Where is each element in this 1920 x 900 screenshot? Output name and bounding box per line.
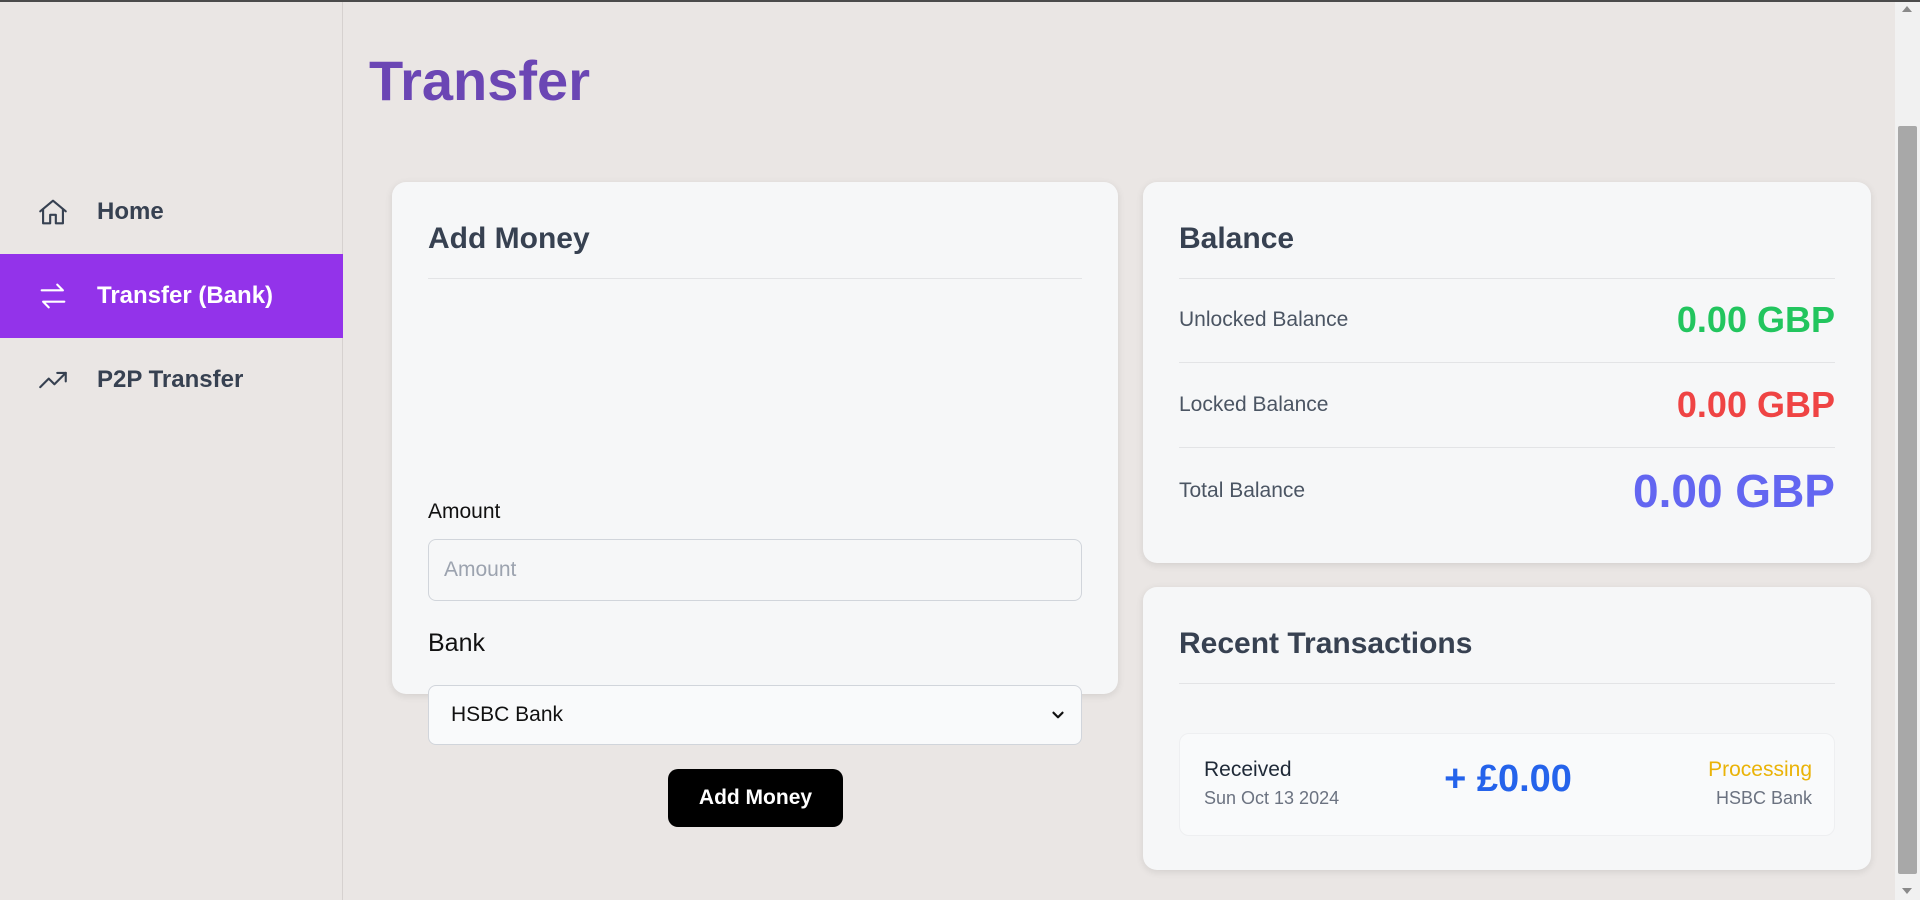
- transaction-bank: HSBC Bank: [1715, 788, 1812, 808]
- sidebar-item-p2p-transfer[interactable]: P2P Transfer: [0, 338, 343, 422]
- scroll-down-arrow-icon[interactable]: [1902, 888, 1912, 894]
- bank-label: Bank: [428, 629, 485, 657]
- total-balance-row: Total Balance 0.00 GBP: [1179, 448, 1835, 534]
- transaction-status: Processing: [1708, 758, 1812, 781]
- locked-balance-value: 0.00 GBP: [1676, 384, 1835, 425]
- bank-select[interactable]: HSBC Bank: [428, 685, 1082, 745]
- add-money-button[interactable]: Add Money: [668, 769, 843, 827]
- total-balance-value: 0.00 GBP: [1633, 465, 1835, 517]
- transfer-arrows-icon: [36, 279, 70, 313]
- amount-input[interactable]: [428, 539, 1082, 601]
- home-icon: [36, 195, 70, 229]
- recent-transactions-title: Recent Transactions: [1179, 587, 1835, 684]
- total-balance-label: Total Balance: [1179, 479, 1306, 502]
- chevron-down-icon: [1052, 711, 1064, 719]
- vertical-scrollbar[interactable]: [1895, 2, 1920, 900]
- unlocked-balance-value: 0.00 GBP: [1676, 299, 1835, 340]
- scrollbar-thumb[interactable]: [1898, 126, 1917, 874]
- page-title: Transfer: [369, 49, 590, 112]
- locked-balance-label: Locked Balance: [1179, 393, 1329, 416]
- add-money-title: Add Money: [428, 182, 1082, 279]
- sidebar-item-label: Home: [97, 198, 164, 225]
- sidebar-item-transfer-bank[interactable]: Transfer (Bank): [0, 254, 343, 338]
- list-item: Received Sun Oct 13 2024 + £0.00 Process…: [1179, 733, 1835, 836]
- unlocked-balance-label: Unlocked Balance: [1179, 308, 1349, 331]
- balance-card: Balance Unlocked Balance 0.00 GBP Locked…: [1143, 182, 1871, 563]
- locked-balance-row: Locked Balance 0.00 GBP: [1179, 363, 1835, 448]
- sidebar-item-home[interactable]: Home: [0, 170, 343, 254]
- recent-transactions-card: Recent Transactions Received Sun Oct 13 …: [1143, 587, 1871, 870]
- sidebar: Home Transfer (Bank) P2P Transfer: [0, 2, 343, 900]
- bank-select-value: HSBC Bank: [451, 703, 564, 726]
- sidebar-item-label: P2P Transfer: [97, 366, 244, 393]
- balance-title: Balance: [1179, 182, 1835, 279]
- unlocked-balance-row: Unlocked Balance 0.00 GBP: [1179, 278, 1835, 363]
- trending-up-icon: [36, 363, 70, 397]
- amount-label: Amount: [428, 500, 501, 523]
- scroll-up-arrow-icon[interactable]: [1902, 6, 1912, 12]
- add-money-card: Add Money Amount Bank HSBC Bank Add Mone…: [392, 182, 1118, 827]
- sidebar-item-label: Transfer (Bank): [97, 282, 274, 309]
